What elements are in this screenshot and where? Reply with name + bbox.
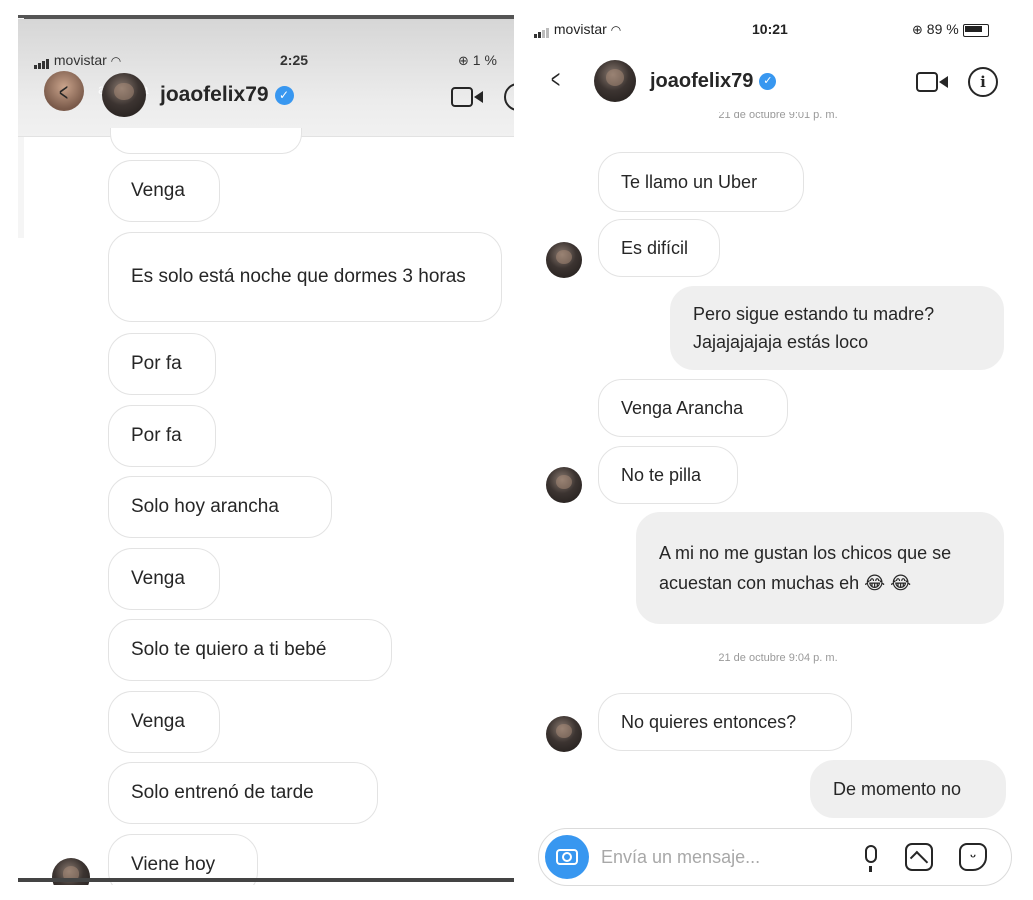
orientation-lock-icon: ⊕ — [458, 53, 469, 68]
message-bubble: Venga — [108, 691, 220, 753]
message-bubble-outgoing: A mi no me gustan los chicos que se acue… — [636, 512, 1004, 624]
message-bubble: Es solo está noche que dormes 3 horas — [108, 232, 502, 322]
status-battery: ⊕ 1 % — [458, 52, 497, 68]
message-bubble: Por fa — [108, 333, 216, 395]
gallery-icon[interactable] — [905, 843, 933, 871]
message-composer[interactable]: Envía un mensaje... ᵕ — [538, 828, 1012, 886]
chevron-left-icon[interactable]: < — [551, 64, 560, 95]
bottom-border — [18, 878, 514, 882]
message-bubble-outgoing: Pero sigue estando tu madre? Jajajajajaj… — [670, 286, 1004, 370]
orientation-lock-icon: ⊕ — [912, 22, 923, 37]
status-time: 2:25 — [280, 52, 309, 68]
status-carrier: movistar ◠ — [34, 52, 122, 70]
microphone-icon[interactable] — [865, 845, 877, 872]
right-screenshot-panel: movistar ◠ 10:21 ⊕ 89 % < joaofelix79 ✓ i… — [528, 0, 1022, 900]
date-separator-partial: 21 de octubre 9:01 p. m. — [718, 112, 838, 121]
chat-header: movistar ◠ 2:25 ⊕ 1 % arancha < joaofeli… — [18, 19, 514, 137]
message-bubble-incoming: Venga Arancha — [598, 379, 788, 437]
sticker-icon[interactable]: ᵕ — [959, 843, 987, 871]
message-bubble-incoming: No quieres entonces? — [598, 693, 852, 751]
contact-avatar[interactable] — [102, 73, 146, 117]
message-bubble: Venga — [108, 548, 220, 610]
sender-avatar — [546, 242, 582, 278]
chevron-left-icon[interactable]: < — [59, 77, 68, 108]
message-bubble: Solo te quiero a ti bebé — [108, 619, 392, 681]
wifi-icon: ◠ — [610, 23, 622, 37]
info-icon[interactable]: i — [504, 83, 514, 111]
verified-badge-icon: ✓ — [274, 85, 294, 105]
camera-icon[interactable] — [545, 835, 589, 879]
signal-icon — [34, 53, 50, 70]
message-bubble-incoming: Te llamo un Uber — [598, 152, 804, 212]
contact-username[interactable]: joaofelix79 ✓ — [160, 83, 294, 107]
sender-avatar — [546, 467, 582, 503]
contact-username[interactable]: joaofelix79 ✓ — [650, 70, 777, 93]
message-bubble: Solo hoy arancha — [108, 476, 332, 538]
message-bubble: Solo entrenó de tarde — [108, 762, 378, 824]
message-bubble: Venga — [108, 160, 220, 222]
status-time: 10:21 — [752, 21, 788, 37]
message-bubble: Por fa — [108, 405, 216, 467]
message-bubble-incoming: Es difícil — [598, 219, 720, 277]
message-bubble-partial — [110, 128, 302, 154]
sender-avatar — [546, 716, 582, 752]
verified-badge-icon: ✓ — [759, 73, 777, 91]
signal-icon — [534, 22, 550, 39]
info-icon[interactable]: i — [968, 67, 998, 97]
date-separator: 21 de octubre 9:04 p. m. — [718, 652, 838, 664]
status-battery: ⊕ 89 % — [912, 21, 989, 38]
message-bubble-outgoing: De momento no — [810, 760, 1006, 818]
wifi-icon: ◠ — [110, 54, 122, 68]
status-carrier: movistar ◠ — [534, 21, 622, 39]
left-screenshot-panel: movistar ◠ 2:25 ⊕ 1 % arancha < joaofeli… — [18, 0, 514, 885]
battery-icon — [962, 23, 989, 37]
message-bubble-incoming: No te pilla — [598, 446, 738, 504]
message-input[interactable]: Envía un mensaje... — [601, 847, 760, 868]
contact-avatar[interactable] — [594, 60, 636, 102]
